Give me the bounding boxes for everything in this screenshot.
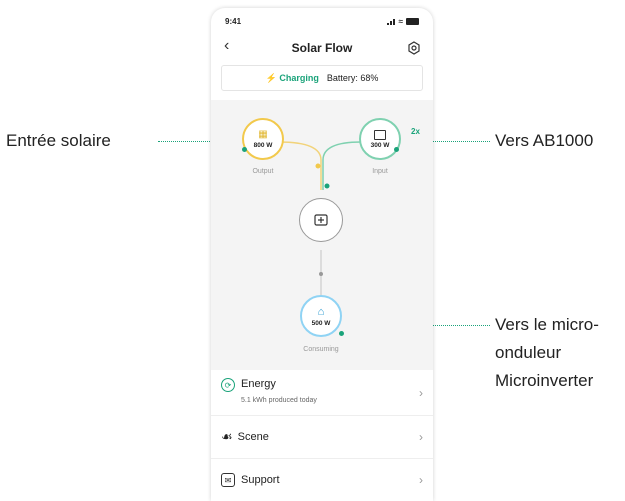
charging-status-bar: ⚡ Charging Battery: 68%: [221, 65, 423, 91]
callout-micro-line3: Microinverter: [495, 371, 594, 390]
menu-item-scene[interactable]: ☙ Scene ›: [211, 416, 433, 459]
chevron-right-icon: ›: [419, 430, 423, 444]
battery-icon: [406, 18, 419, 25]
energy-icon: ⟳: [221, 378, 235, 392]
solar-flow-dot: [315, 163, 321, 169]
solar-flow-line: [278, 141, 322, 190]
ab1000-connector-dot: [394, 147, 399, 152]
bolt-icon: ⚡: [265, 72, 277, 83]
solar-output-value: 800 W: [253, 142, 273, 149]
status-icons: ≈: [386, 17, 419, 26]
chevron-right-icon: ›: [419, 473, 423, 487]
support-icon: ✉: [221, 473, 235, 487]
callout-to-ab1000: Vers AB1000: [495, 131, 594, 150]
menu-item-energy[interactable]: ⟳ Energy 5.1 kWh produced today ›: [211, 370, 433, 416]
ab1000-input-label: Input: [372, 168, 388, 175]
menu-energy-sub: 5.1 kWh produced today: [241, 397, 317, 404]
ab1000-input-value: 300 W: [370, 141, 390, 149]
page-title: Solar Flow: [291, 41, 353, 55]
callout-to-microinverter: Vers le micro- onduleur Microinverter: [495, 311, 599, 395]
consuming-label: Consuming: [303, 346, 339, 353]
status-time: 9:41: [225, 17, 242, 26]
menu-item-support[interactable]: ✉ Support ›: [211, 459, 433, 501]
signal-icon: [386, 18, 396, 25]
phone-screen: 9:41 ≈ ‹ Solar Flow ⚡ Charging Battery: …: [211, 8, 433, 501]
consuming-node[interactable]: ⌂ 500 W: [300, 295, 342, 337]
input-flow-line: [322, 141, 362, 190]
menu-list: ⟳ Energy 5.1 kWh produced today › ☙ Scen…: [211, 370, 433, 501]
settings-hex-icon[interactable]: [407, 41, 421, 55]
ab1000-input-node[interactable]: 300 W: [359, 118, 401, 160]
home-icon: ⌂: [317, 305, 325, 318]
battery-box-icon: [374, 129, 386, 140]
chevron-right-icon: ›: [419, 386, 423, 400]
app-header: ‹ Solar Flow: [211, 37, 433, 58]
scene-icon: ☙: [221, 429, 233, 444]
input-flow-dot: [324, 183, 330, 189]
energy-flow-panel: ▦ 800 W Output 300 W 2x Input ⌂ 500 W Co…: [211, 100, 433, 370]
menu-scene-label: Scene: [237, 431, 269, 443]
charging-indicator: ⚡ Charging: [266, 73, 319, 84]
status-bar: 9:41 ≈: [225, 17, 419, 26]
charging-status-text: Charging: [279, 72, 319, 83]
menu-support-label: Support: [241, 474, 280, 486]
solar-output-node[interactable]: ▦ 800 W: [242, 118, 284, 160]
hub-node[interactable]: [299, 198, 343, 242]
solar-connector-dot: [242, 147, 247, 152]
input-multiplier-badge: 2x: [411, 127, 420, 136]
callout-micro-line1: Vers le micro-: [495, 315, 599, 334]
battery-level-text: Battery: 68%: [326, 73, 379, 83]
consuming-connector-dot: [339, 331, 344, 336]
consume-flow-dot: [319, 272, 323, 276]
callout-solar-input: Entrée solaire: [6, 131, 111, 150]
consuming-value: 500 W: [311, 319, 331, 327]
callout-micro-line2: onduleur: [495, 343, 562, 362]
solar-panel-icon: ▦: [258, 129, 268, 140]
hub-device-icon: [314, 214, 328, 226]
solar-output-label: Output: [252, 168, 274, 175]
menu-energy-label: Energy: [241, 378, 276, 390]
chevron-left-icon[interactable]: ‹: [224, 37, 229, 55]
wifi-icon: ≈: [398, 17, 403, 26]
